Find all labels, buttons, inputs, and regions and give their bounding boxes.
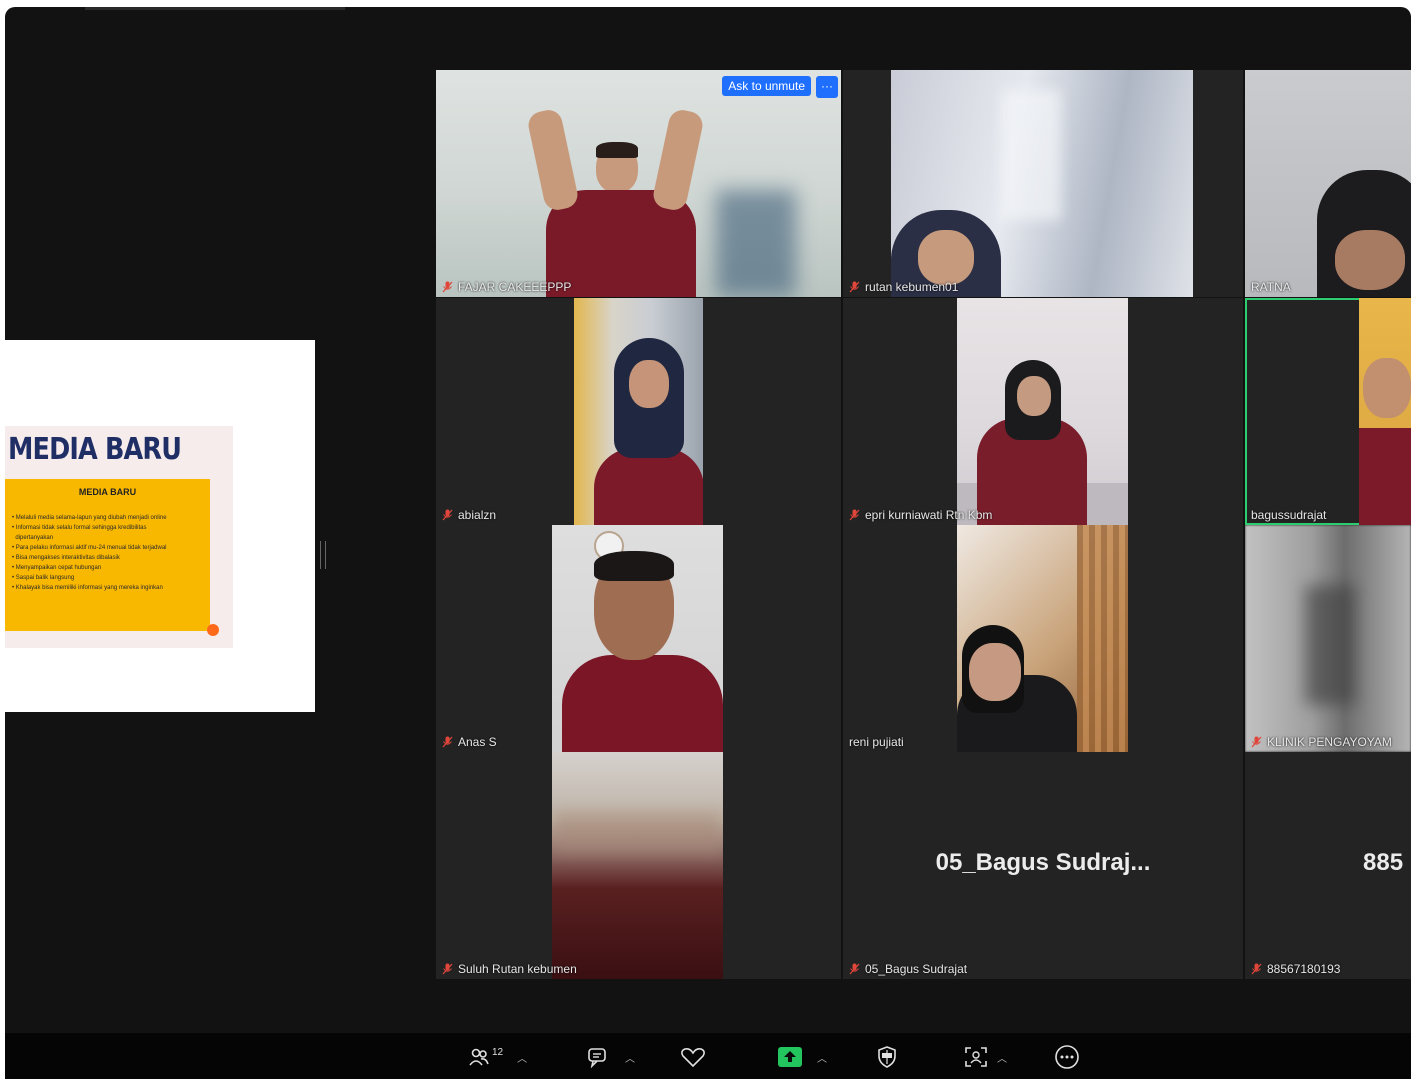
slide-bullet: • Informasi tidak selalu formal sehingga… [12,525,147,531]
participant-video [957,525,1128,752]
muted-mic-icon [442,736,453,748]
participant-tile[interactable]: epri kurniawati Rtn Kbm [843,298,1243,525]
shared-screen: MEDIA BARU MEDIA BARU • Melaluli media s… [5,340,315,712]
slide-bullet: • Melaluli media selama-lapun yang diuba… [12,515,167,521]
slide-bullet: • Para pelaku informasi aktif mu-24 menu… [12,545,167,551]
apps-icon [965,1047,987,1067]
muted-mic-icon [849,963,860,975]
slide-bullet: dipertanyakan [15,535,54,541]
participant-name: FAJAR CAKEEEPPP [442,280,571,294]
share-screen-icon [778,1047,802,1067]
muted-mic-icon [849,509,860,521]
ask-to-unmute-button[interactable]: Ask to unmute [722,76,811,96]
participant-video [574,298,703,525]
muted-mic-icon [442,509,453,521]
participant-video [1359,298,1411,525]
slide-bullet: • Khalayak bisa memiliki informasi yang … [12,585,163,591]
slide-content-box: MEDIA BARU • Melaluli media selama-lapun… [5,479,210,631]
participant-tile[interactable]: 05_Bagus Sudraj... 05_Bagus Sudrajat [843,752,1243,979]
participant-tile[interactable]: RATNA [1245,70,1411,297]
shield-icon [878,1046,896,1068]
participant-name: abialzn [442,508,496,522]
slide-box-title: MEDIA BARU [78,487,137,497]
more-options-button[interactable]: ··· [816,76,838,98]
muted-mic-icon [1251,963,1262,975]
chevron-up-icon[interactable]: ︿ [517,1050,527,1065]
chevron-up-icon[interactable]: ︿ [817,1050,827,1065]
participant-name: bagussudrajat [1251,508,1327,522]
participant-display-name: 05_Bagus Sudraj... [935,849,1151,876]
participant-video [436,70,841,297]
chat-button[interactable]: ︿ [587,1043,635,1071]
reactions-button[interactable] [680,1043,706,1071]
slide-bullet: • Menyampaikan cepat hubungan [12,565,102,571]
participant-video [957,298,1128,525]
participants-count: 12 [492,1046,504,1058]
muted-mic-icon [442,281,453,293]
participant-tile[interactable]: Suluh Rutan kebumen [436,752,841,979]
chevron-up-icon[interactable]: ︿ [625,1050,635,1065]
participant-name: RATNA [1251,280,1291,294]
heart-icon [681,1048,705,1068]
participant-tile[interactable]: Ask to unmute ··· FAJAR CAKEEEPPP [436,70,841,297]
chevron-up-icon[interactable]: ︿ [997,1050,1007,1065]
participant-tile-active-speaker[interactable]: bagussudrajat [1245,298,1411,525]
participant-tile[interactable]: KLINIK PENGAYOYAM [1245,525,1411,752]
participants-button[interactable]: 12 ︿ [468,1043,527,1071]
participant-video [552,752,723,979]
participant-tile[interactable]: 885 88567180193 [1245,752,1411,979]
participant-video [891,70,1193,297]
participant-name: Suluh Rutan kebumen [442,962,577,976]
participant-name: Anas S [442,735,497,749]
muted-mic-icon [849,281,860,293]
slide-bullet: • Saspai balik langsung [12,575,75,581]
participant-tile[interactable]: reni pujiati [843,525,1243,752]
more-icon [1055,1045,1079,1069]
share-screen-button[interactable]: ︿ [777,1043,827,1071]
participant-tile[interactable]: abialzn [436,298,841,525]
apps-button[interactable]: ︿ [963,1043,1007,1071]
participants-icon [469,1048,489,1066]
participant-name: rutan kebumen01 [849,280,958,294]
participant-name: 88567180193 [1251,962,1340,976]
participant-display-name: 885 [1363,849,1404,876]
more-button[interactable] [1054,1043,1080,1071]
security-button[interactable] [876,1043,898,1071]
participant-video [1245,70,1411,297]
participant-name: epri kurniawati Rtn Kbm [849,508,992,522]
participant-name: KLINIK PENGAYOYAM [1251,735,1392,749]
meeting-window: MEDIA BARU MEDIA BARU • Melaluli media s… [5,7,1411,1079]
slide-decoration-dot [207,624,219,636]
muted-mic-icon [442,963,453,975]
slide-title: MEDIA BARU [8,432,182,467]
slide-bullets: • Melaluli media selama-lapun yang diuba… [12,513,167,593]
muted-mic-icon [1251,736,1262,748]
participant-tile[interactable]: Anas S [436,525,841,752]
participant-name: reni pujiati [849,735,904,749]
participant-tile[interactable]: rutan kebumen01 [843,70,1243,297]
top-bar [85,7,345,10]
chat-icon [588,1048,606,1068]
participant-name: 05_Bagus Sudrajat [849,962,967,976]
meeting-toolbar: 12 ︿ ︿ ︿ ︿ [5,1033,1411,1079]
split-view-handle[interactable] [320,541,326,569]
slide-bullet: • Bisa mengakses interaktivitas dibalasi… [12,555,120,561]
participant-video [1245,525,1411,752]
participant-video [552,525,723,752]
